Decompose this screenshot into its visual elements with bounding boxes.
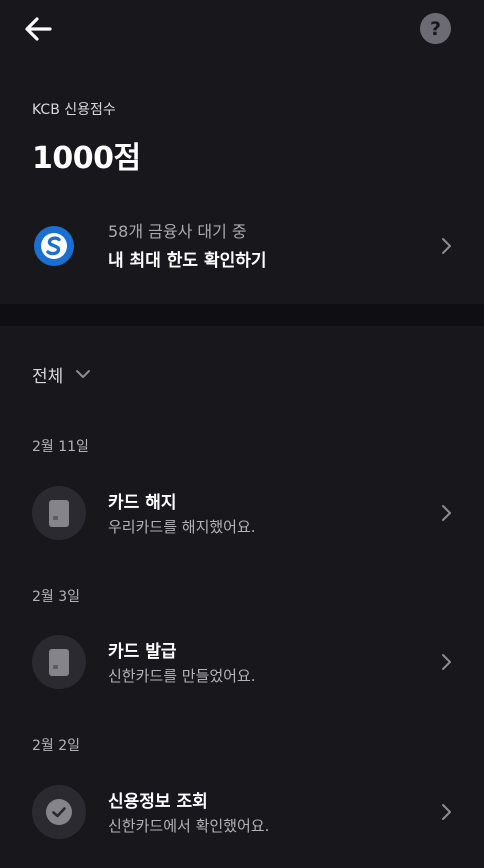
history-item-desc: 우리카드를 해지했어요. [108,518,256,536]
back-button[interactable] [22,12,56,46]
history-item[interactable]: 신용정보 조회 신한카드에서 확인했어요. [0,779,484,845]
check-icon [32,785,86,839]
history-item-desc: 신한카드를 만들었어요. [108,667,256,685]
history-date: 2월 3일 [32,589,81,605]
chevron-right-icon [442,505,451,521]
top-bar: ? [0,0,484,60]
chevron-down-icon [76,370,91,378]
arrow-left-icon [25,17,52,41]
history-item[interactable]: 카드 발급 신한카드를 만들었어요. [0,629,484,695]
promo-subtitle: 58개 금융사 대기 중 [108,222,247,241]
history-item-title: 카드 해지 [108,493,177,513]
help-button[interactable]: ? [420,13,451,44]
history-item-title: 신용정보 조회 [108,792,208,812]
limit-check-banner[interactable]: 58개 금융사 대기 중 내 최대 한도 확인하기 [0,208,484,284]
history-date: 2월 11일 [32,439,89,455]
history-filter-dropdown[interactable]: 전체 [32,362,91,387]
shinhan-logo-icon [34,226,74,266]
credit-score-label: KCB 신용점수 [32,102,116,118]
credit-score-value: 1000점 [32,141,141,176]
chevron-right-icon [442,804,451,820]
question-circle-icon: ? [429,17,442,40]
promo-title: 내 최대 한도 확인하기 [108,251,267,271]
section-divider [0,304,484,326]
chevron-right-icon [442,238,451,254]
card-icon [32,486,86,540]
card-icon [32,635,86,689]
history-item-title: 카드 발급 [108,642,177,662]
history-item-desc: 신한카드에서 확인했어요. [108,817,270,835]
filter-label: 전체 [32,366,64,387]
history-date: 2월 2일 [32,738,81,754]
chevron-right-icon [442,654,451,670]
history-item[interactable]: 카드 해지 우리카드를 해지했어요. [0,480,484,546]
